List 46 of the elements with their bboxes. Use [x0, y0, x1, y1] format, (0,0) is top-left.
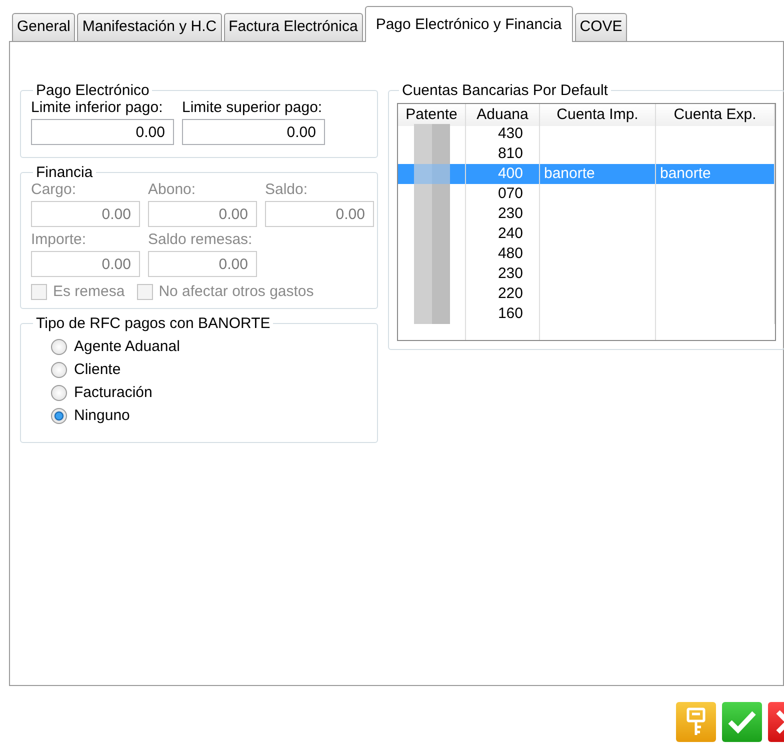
table-cell[interactable]: 070 — [466, 184, 540, 204]
table-cell[interactable]: 480 — [466, 244, 540, 264]
radio-button[interactable] — [51, 384, 67, 400]
table-cell[interactable]: 160 — [466, 304, 540, 324]
table-cell[interactable]: 430 — [466, 124, 540, 144]
field-label: Importe: — [31, 231, 88, 248]
checkbox-label: Es remesa — [53, 283, 125, 300]
field-label: Abono: — [148, 181, 197, 198]
tab[interactable]: COVE — [574, 13, 628, 41]
radio-label: Ninguno — [74, 407, 130, 424]
table-cell[interactable]: 220 — [466, 284, 540, 304]
accept-button[interactable] — [722, 702, 762, 742]
tab[interactable]: Factura Electrónica — [224, 13, 363, 41]
radio-label: Facturación — [74, 384, 152, 401]
radio-label: Agente Aduanal — [74, 338, 180, 355]
column-header[interactable]: Cuenta Exp. — [656, 104, 775, 126]
field-label: Limite superior pago: — [182, 99, 324, 116]
field-label: Limite inferior pago: — [31, 99, 164, 116]
group-title: Financia — [35, 164, 94, 181]
key-button[interactable] — [676, 702, 716, 742]
key-icon — [685, 707, 707, 737]
field-label: Saldo: — [265, 181, 309, 198]
group-title: Pago Electrónico — [35, 82, 150, 99]
group-title: Tipo de RFC pagos con BANORTE — [35, 315, 272, 332]
radio-label: Cliente — [74, 361, 121, 378]
radio-button[interactable] — [51, 408, 67, 424]
radio-button[interactable] — [51, 362, 67, 378]
field-label: Cargo: — [31, 181, 78, 198]
tab[interactable]: Manifestación y H.C — [77, 13, 222, 41]
radio-button[interactable] — [51, 338, 67, 354]
input-field[interactable]: 0.00 — [182, 119, 325, 145]
checkbox-label: No afectar otros gastos — [158, 283, 314, 300]
blurred-value — [414, 144, 450, 164]
table-cell[interactable]: 230 — [466, 204, 540, 224]
blurred-value — [414, 304, 450, 324]
check-icon — [727, 710, 757, 734]
table-cell[interactable]: 230 — [466, 264, 540, 284]
field-label: Saldo remesas: — [148, 231, 254, 248]
blurred-value — [414, 184, 450, 204]
tab[interactable]: General — [12, 13, 76, 41]
blurred-value — [414, 164, 450, 184]
group-title: Cuentas Bancarias Por Default — [401, 82, 609, 99]
blurred-value — [414, 124, 450, 144]
tab[interactable]: Pago Electrónico y Financia — [364, 6, 573, 42]
table-cell[interactable]: 240 — [466, 224, 540, 244]
input-field[interactable]: 0.00 — [31, 119, 174, 145]
